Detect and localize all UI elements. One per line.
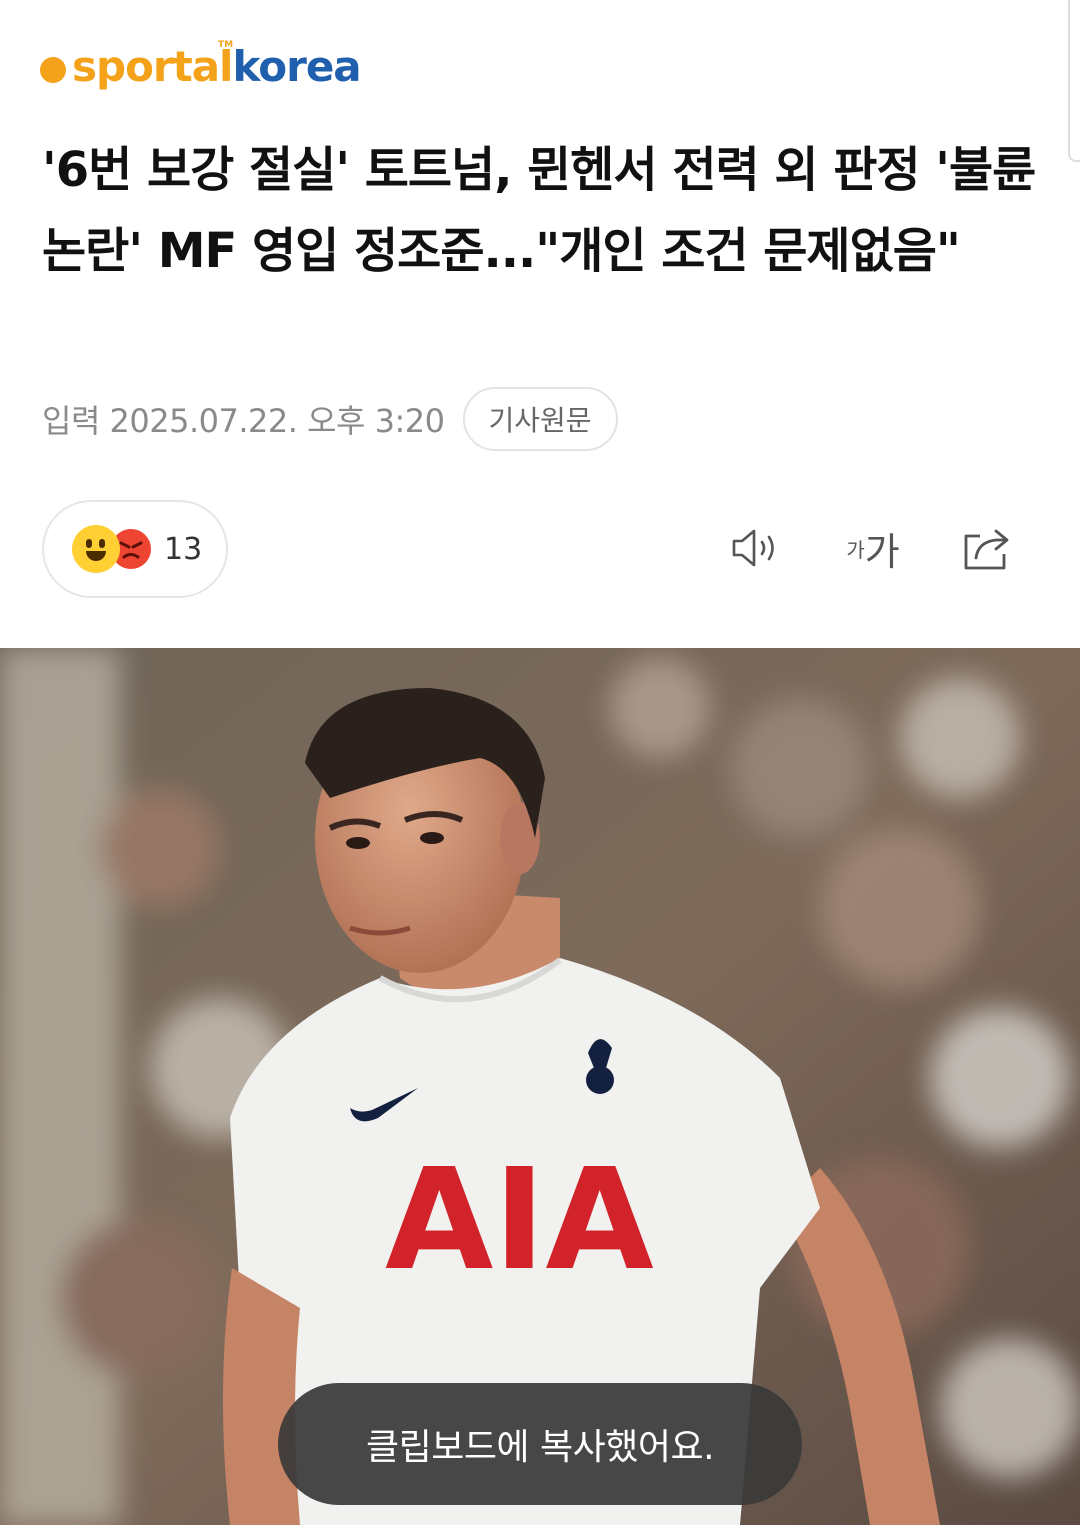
clipboard-toast: 클립보드에 복사했어요. (278, 1383, 802, 1505)
font-size-large-label: 가 (864, 529, 900, 574)
scroll-indicator (1068, 0, 1080, 162)
jersey-sponsor-text: AIA (385, 1139, 654, 1302)
publish-date: 입력 2025.07.22. 오후 3:20 (42, 402, 445, 440)
logo-text-korea: korea (232, 41, 361, 91)
speaker-button[interactable] (728, 518, 788, 578)
happy-emoji-icon (72, 525, 120, 573)
share-icon (960, 522, 1016, 574)
font-size-small-label: 가 (846, 537, 865, 562)
original-article-button[interactable]: 기사원문 (462, 387, 618, 451)
article-title: '6번 보강 절실' 토트넘, 뮌헨서 전력 외 판정 '불륜 논란' MF 영… (42, 142, 1036, 279)
speaker-icon (730, 524, 786, 572)
share-button[interactable] (958, 518, 1018, 578)
article-meta: 입력 2025.07.22. 오후 3:20 기사원문 (42, 387, 618, 451)
publisher-logo[interactable]: sportal korea TM (40, 40, 362, 92)
reaction-button[interactable]: 13 (42, 500, 228, 598)
reaction-count: 13 (164, 531, 203, 567)
font-size-button[interactable]: 가 가 (838, 518, 908, 578)
logo-dot (40, 57, 66, 83)
logo-text-sportal: sportal (72, 41, 233, 91)
logo-trademark: TM (218, 40, 234, 50)
